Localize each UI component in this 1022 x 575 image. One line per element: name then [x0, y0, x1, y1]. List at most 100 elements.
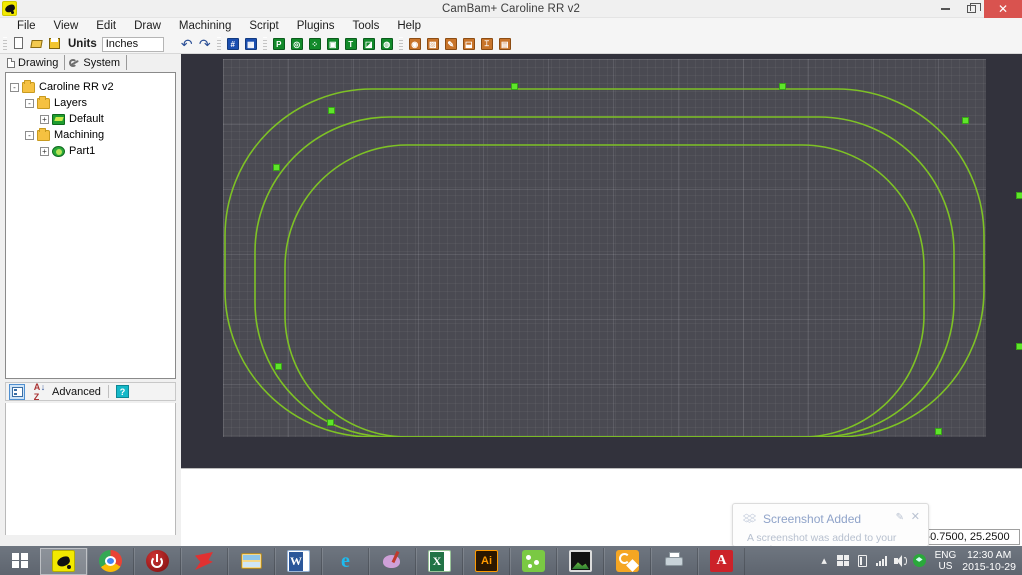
- taskbar-excel[interactable]: X: [416, 547, 463, 575]
- clock[interactable]: 12:30 AM 2015-10-29: [962, 549, 1022, 573]
- close-icon[interactable]: ✕: [911, 510, 920, 523]
- drawing-grid[interactable]: [223, 59, 1022, 437]
- tree-node-part1[interactable]: + Part1: [10, 143, 175, 159]
- control-point[interactable]: [273, 164, 280, 171]
- help-question-icon[interactable]: ?: [115, 385, 129, 398]
- toolbar-grip-2[interactable]: [216, 36, 221, 52]
- gcode-icon[interactable]: ▤: [496, 36, 514, 53]
- toolbar-grip-3[interactable]: [262, 36, 267, 52]
- snap-grid-icon[interactable]: #: [224, 36, 242, 53]
- tree-node-project[interactable]: - Caroline RR v2: [10, 79, 175, 95]
- engrave-mop-icon[interactable]: ✎: [442, 36, 460, 53]
- control-point[interactable]: [779, 83, 786, 90]
- control-point[interactable]: [511, 83, 518, 90]
- drill-mop-icon[interactable]: ⬓: [460, 36, 478, 53]
- pocket-mop-icon[interactable]: ▨: [424, 36, 442, 53]
- windows-start-icon[interactable]: [0, 546, 40, 575]
- dropbox-icon: [743, 513, 756, 523]
- layer-icon: [52, 113, 65, 125]
- point-list-icon[interactable]: ⁘: [306, 36, 324, 53]
- open-folder-icon[interactable]: [28, 36, 46, 53]
- text-icon[interactable]: T: [342, 36, 360, 53]
- track-geometry: [224, 88, 985, 437]
- expander-icon[interactable]: -: [25, 98, 34, 108]
- tree-node-default[interactable]: + Default: [10, 111, 175, 127]
- control-point[interactable]: [962, 117, 969, 124]
- save-disk-icon[interactable]: [46, 36, 64, 53]
- taskbar-chrome[interactable]: [87, 547, 134, 575]
- categorized-view-icon[interactable]: [9, 383, 25, 400]
- taskbar-word[interactable]: W: [275, 547, 322, 575]
- taskbar-greenapp[interactable]: [510, 547, 557, 575]
- control-point[interactable]: [1016, 192, 1022, 199]
- taskbar-cambam[interactable]: [40, 547, 87, 575]
- circle-icon[interactable]: ◎: [288, 36, 306, 53]
- taskbar-photoviewer[interactable]: [557, 547, 604, 575]
- toolbar-grip-4[interactable]: [398, 36, 403, 52]
- redo-arrow-icon[interactable]: ↷: [196, 36, 214, 53]
- taskbar-orangeapp[interactable]: [604, 547, 651, 575]
- taskbar-power[interactable]: [134, 547, 181, 575]
- machine-post-icon[interactable]: ⌶: [478, 36, 496, 53]
- tree-node-machining[interactable]: - Machining: [10, 127, 175, 143]
- signal-bars-icon[interactable]: [872, 546, 891, 575]
- menu-item-tools[interactable]: Tools: [343, 18, 388, 35]
- taskbar-explorer[interactable]: [228, 547, 275, 575]
- menu-item-file[interactable]: File: [8, 18, 45, 35]
- control-point[interactable]: [935, 428, 942, 435]
- menu-item-plugins[interactable]: Plugins: [288, 18, 344, 35]
- toast-title: Screenshot Added: [763, 512, 862, 526]
- control-point[interactable]: [275, 363, 282, 370]
- menu-item-draw[interactable]: Draw: [125, 18, 170, 35]
- dropbox-tray-icon[interactable]: [910, 546, 929, 575]
- surface-icon[interactable]: ◍: [378, 36, 396, 53]
- taskbar-ie[interactable]: e: [322, 547, 369, 575]
- minimize-button[interactable]: [932, 0, 958, 18]
- taskbar-paint[interactable]: [369, 547, 416, 575]
- taskbar-items: W e X Ai A: [40, 546, 745, 575]
- menu-item-view[interactable]: View: [45, 18, 88, 35]
- menu-item-help[interactable]: Help: [388, 18, 430, 35]
- close-button[interactable]: ✕: [984, 0, 1022, 18]
- panel-tabstrip: Drawing System: [0, 54, 181, 70]
- device-icon[interactable]: [853, 546, 872, 575]
- expander-icon[interactable]: +: [40, 114, 49, 124]
- pline-shape-icon[interactable]: ◪: [360, 36, 378, 53]
- menu-item-script[interactable]: Script: [240, 18, 287, 35]
- project-tree[interactable]: - Caroline RR v2 - Layers + Default - Ma…: [5, 72, 176, 379]
- taskbar-sketchup[interactable]: [181, 547, 228, 575]
- control-point[interactable]: [1016, 343, 1022, 350]
- polyline-icon[interactable]: P: [270, 36, 288, 53]
- language-line-2: US: [938, 560, 953, 572]
- tree-node-layers[interactable]: - Layers: [10, 95, 175, 111]
- action-center-icon[interactable]: [834, 546, 853, 575]
- control-point[interactable]: [327, 419, 334, 426]
- profile-mop-icon[interactable]: ◉: [406, 36, 424, 53]
- new-file-icon[interactable]: [10, 36, 28, 53]
- taskbar-illustrator[interactable]: Ai: [463, 547, 510, 575]
- menu-item-edit[interactable]: Edit: [87, 18, 125, 35]
- show-grid-icon[interactable]: ▦: [242, 36, 260, 53]
- taskbar-printer[interactable]: [651, 547, 698, 575]
- toolbar-grip[interactable]: [3, 36, 7, 52]
- alphabetical-sort-icon[interactable]: A Z ↓: [29, 382, 46, 402]
- maximize-restore-button[interactable]: [958, 0, 984, 18]
- tray-chevron-up-icon[interactable]: ▴: [815, 546, 834, 575]
- advanced-label[interactable]: Advanced: [52, 386, 101, 398]
- undo-arrow-icon[interactable]: ↶: [178, 36, 196, 53]
- expander-icon[interactable]: +: [40, 146, 49, 156]
- tab-drawing[interactable]: Drawing: [3, 55, 66, 70]
- units-select[interactable]: Inches: [101, 36, 164, 52]
- taskbar-acrobat[interactable]: A: [698, 547, 745, 575]
- control-point[interactable]: [328, 107, 335, 114]
- wrench-icon[interactable]: ✎: [896, 512, 904, 523]
- rectangle-icon[interactable]: ▣: [324, 36, 342, 53]
- language-indicator[interactable]: ENG US: [929, 550, 963, 572]
- menu-item-machining[interactable]: Machining: [170, 18, 240, 35]
- tab-system[interactable]: System: [65, 55, 128, 70]
- expander-icon[interactable]: -: [25, 130, 34, 140]
- volume-icon[interactable]: [891, 546, 910, 575]
- expander-icon[interactable]: -: [10, 82, 19, 92]
- drawing-viewport[interactable]: [181, 54, 1022, 468]
- dropbox-notification[interactable]: Screenshot Added A screenshot was added …: [732, 503, 929, 556]
